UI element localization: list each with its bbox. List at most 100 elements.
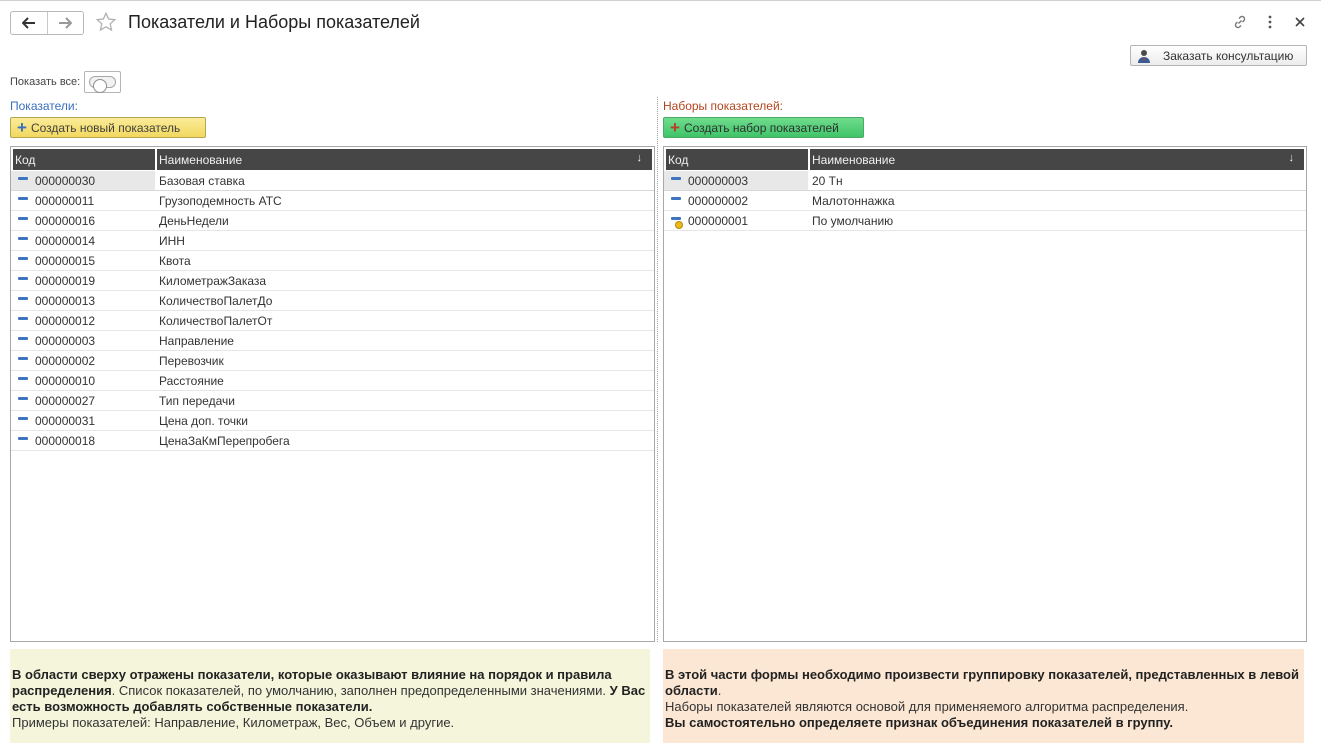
catalog-item-icon [17, 255, 29, 267]
column-code[interactable]: Код [13, 149, 155, 170]
create-indicator-button[interactable]: + Создать новый показатель [10, 117, 206, 138]
table-row[interactable]: 000000014 ИНН [11, 231, 654, 251]
catalog-item-default-icon [670, 215, 683, 229]
plus-icon: + [670, 118, 680, 137]
table-row[interactable]: 000000010 Расстояние [11, 371, 654, 391]
row-name: ДеньНедели [159, 213, 229, 228]
indicator-sets-rows: 000000003 20 Тн 000000002 Малотоннажка 00000… [664, 171, 1306, 231]
table-row[interactable]: 000000001 По умолчанию [664, 211, 1306, 231]
indicator-sets-label: Наборы показателей: [663, 99, 784, 113]
toggle-knob [93, 79, 107, 93]
create-indicator-label: Создать новый показатель [30, 120, 181, 135]
table-row[interactable]: 000000015 Квота [11, 251, 654, 271]
table-row[interactable]: 000000003 20 Тн [664, 171, 1306, 191]
row-code: 000000016 [35, 213, 96, 228]
catalog-item-icon [17, 355, 29, 367]
indicators-label: Показатели: [10, 99, 78, 113]
row-code: 000000031 [35, 413, 96, 428]
table-row[interactable]: 000000012 КоличествоПалетОт [11, 311, 654, 331]
sort-down-icon: ↓ [636, 152, 643, 164]
show-all-toggle[interactable] [84, 71, 121, 93]
link-icon [1234, 15, 1246, 29]
table-row[interactable]: 000000027 Тип передачи [11, 391, 654, 411]
row-name: Базовая ставка [159, 173, 245, 188]
row-code: 000000018 [35, 433, 96, 448]
row-code-cell: 000000031 [11, 411, 155, 430]
row-code: 000000002 [35, 353, 96, 368]
more-button[interactable] [1259, 12, 1281, 32]
table-row[interactable]: 000000003 Направление [11, 331, 654, 351]
more-vertical-icon [1268, 15, 1272, 29]
consult-button[interactable]: Заказать консультацию [1130, 45, 1307, 66]
row-name: ИНН [159, 233, 185, 248]
row-code: 000000019 [35, 273, 96, 288]
navigation-buttons [10, 11, 84, 35]
row-code-cell: 000000016 [11, 211, 155, 230]
row-name: Цена доп. точки [159, 413, 249, 428]
table-row[interactable]: 000000030 Базовая ставка [11, 171, 654, 191]
row-name: КоличествоПалетОт [159, 313, 273, 328]
catalog-item-icon [17, 215, 29, 227]
create-indicator-set-button[interactable]: + Создать набор показателей [663, 117, 864, 138]
catalog-item-icon [17, 315, 29, 327]
catalog-item-icon [17, 375, 29, 387]
person-icon [1138, 49, 1150, 63]
row-code: 000000003 [688, 173, 749, 188]
info-text-2: Примеры показателей: Направление, Киломе… [12, 715, 455, 730]
indicator-sets-table[interactable]: Код Наименование ↓ 000000003 20 Тн 0000000… [663, 146, 1307, 642]
top-border [0, 0, 1321, 3]
table-row[interactable]: 000000002 Малотоннажка [664, 191, 1306, 211]
table-row[interactable]: 000000019 КилометражЗаказа [11, 271, 654, 291]
table-row[interactable]: 000000016 ДеньНедели [11, 211, 654, 231]
indicators-table[interactable]: Код Наименование ↓ 000000030 Базовая став… [10, 146, 655, 642]
row-code-cell: 000000002 [11, 351, 155, 370]
favorite-button[interactable] [94, 10, 118, 34]
row-code: 000000011 [35, 193, 95, 208]
plus-icon: + [17, 118, 27, 137]
row-name: КилометражЗаказа [159, 273, 267, 288]
table-header: Код Наименование ↓ [11, 147, 654, 171]
close-icon [1295, 17, 1305, 27]
row-code-cell: 000000010 [11, 371, 155, 390]
row-code: 000000030 [35, 173, 96, 188]
table-row[interactable]: 000000011 Грузоподемность АТС [11, 191, 654, 211]
forward-button[interactable] [46, 12, 84, 34]
catalog-item-icon [17, 335, 29, 347]
catalog-item-icon [17, 195, 29, 207]
catalog-item-icon [670, 175, 682, 187]
row-code-cell: 000000002 [664, 191, 808, 210]
link-button[interactable] [1229, 12, 1251, 32]
column-name[interactable]: Наименование ↓ [808, 149, 1304, 170]
arrow-left-icon [21, 17, 35, 29]
header-actions [1229, 12, 1311, 32]
row-code-cell: 000000014 [11, 231, 155, 250]
table-row[interactable]: 000000013 КоличествоПалетДо [11, 291, 654, 311]
page-title: Показатели и Наборы показателей [128, 12, 420, 32]
row-code-cell: 000000012 [11, 311, 155, 330]
catalog-item-icon [17, 175, 29, 187]
row-name: Малотоннажка [812, 193, 895, 208]
row-code-cell: 000000027 [11, 391, 155, 410]
row-name: Тип передачи [159, 393, 235, 408]
show-all-label: Показать все: [10, 76, 81, 88]
row-name: Квота [159, 253, 191, 268]
consult-button-label: Заказать консультацию [1163, 48, 1294, 63]
info-text-1: . Список показателей, по умолчанию, запо… [111, 683, 607, 698]
column-code[interactable]: Код [666, 149, 808, 170]
panel-splitter[interactable] [657, 97, 658, 642]
row-code: 000000014 [35, 233, 96, 248]
row-code: 000000027 [35, 393, 96, 408]
table-row[interactable]: 000000002 Перевозчик [11, 351, 654, 371]
close-button[interactable] [1289, 12, 1311, 32]
table-row[interactable]: 000000031 Цена доп. точки [11, 411, 654, 431]
row-code: 000000012 [35, 313, 96, 328]
column-name[interactable]: Наименование ↓ [155, 149, 652, 170]
row-code-cell: 000000030 [11, 171, 155, 190]
info-bold-1: В этой части формы необходимо произвести… [665, 667, 1299, 698]
indicators-rows: 000000030 Базовая ставка 000000011 Грузопод… [11, 171, 654, 451]
catalog-item-icon [17, 295, 29, 307]
table-row[interactable]: 000000018 ЦенаЗаКмПерепробега [11, 431, 654, 451]
row-code: 000000010 [35, 373, 96, 388]
back-button[interactable] [11, 12, 47, 34]
row-name: КоличествоПалетДо [159, 293, 273, 308]
